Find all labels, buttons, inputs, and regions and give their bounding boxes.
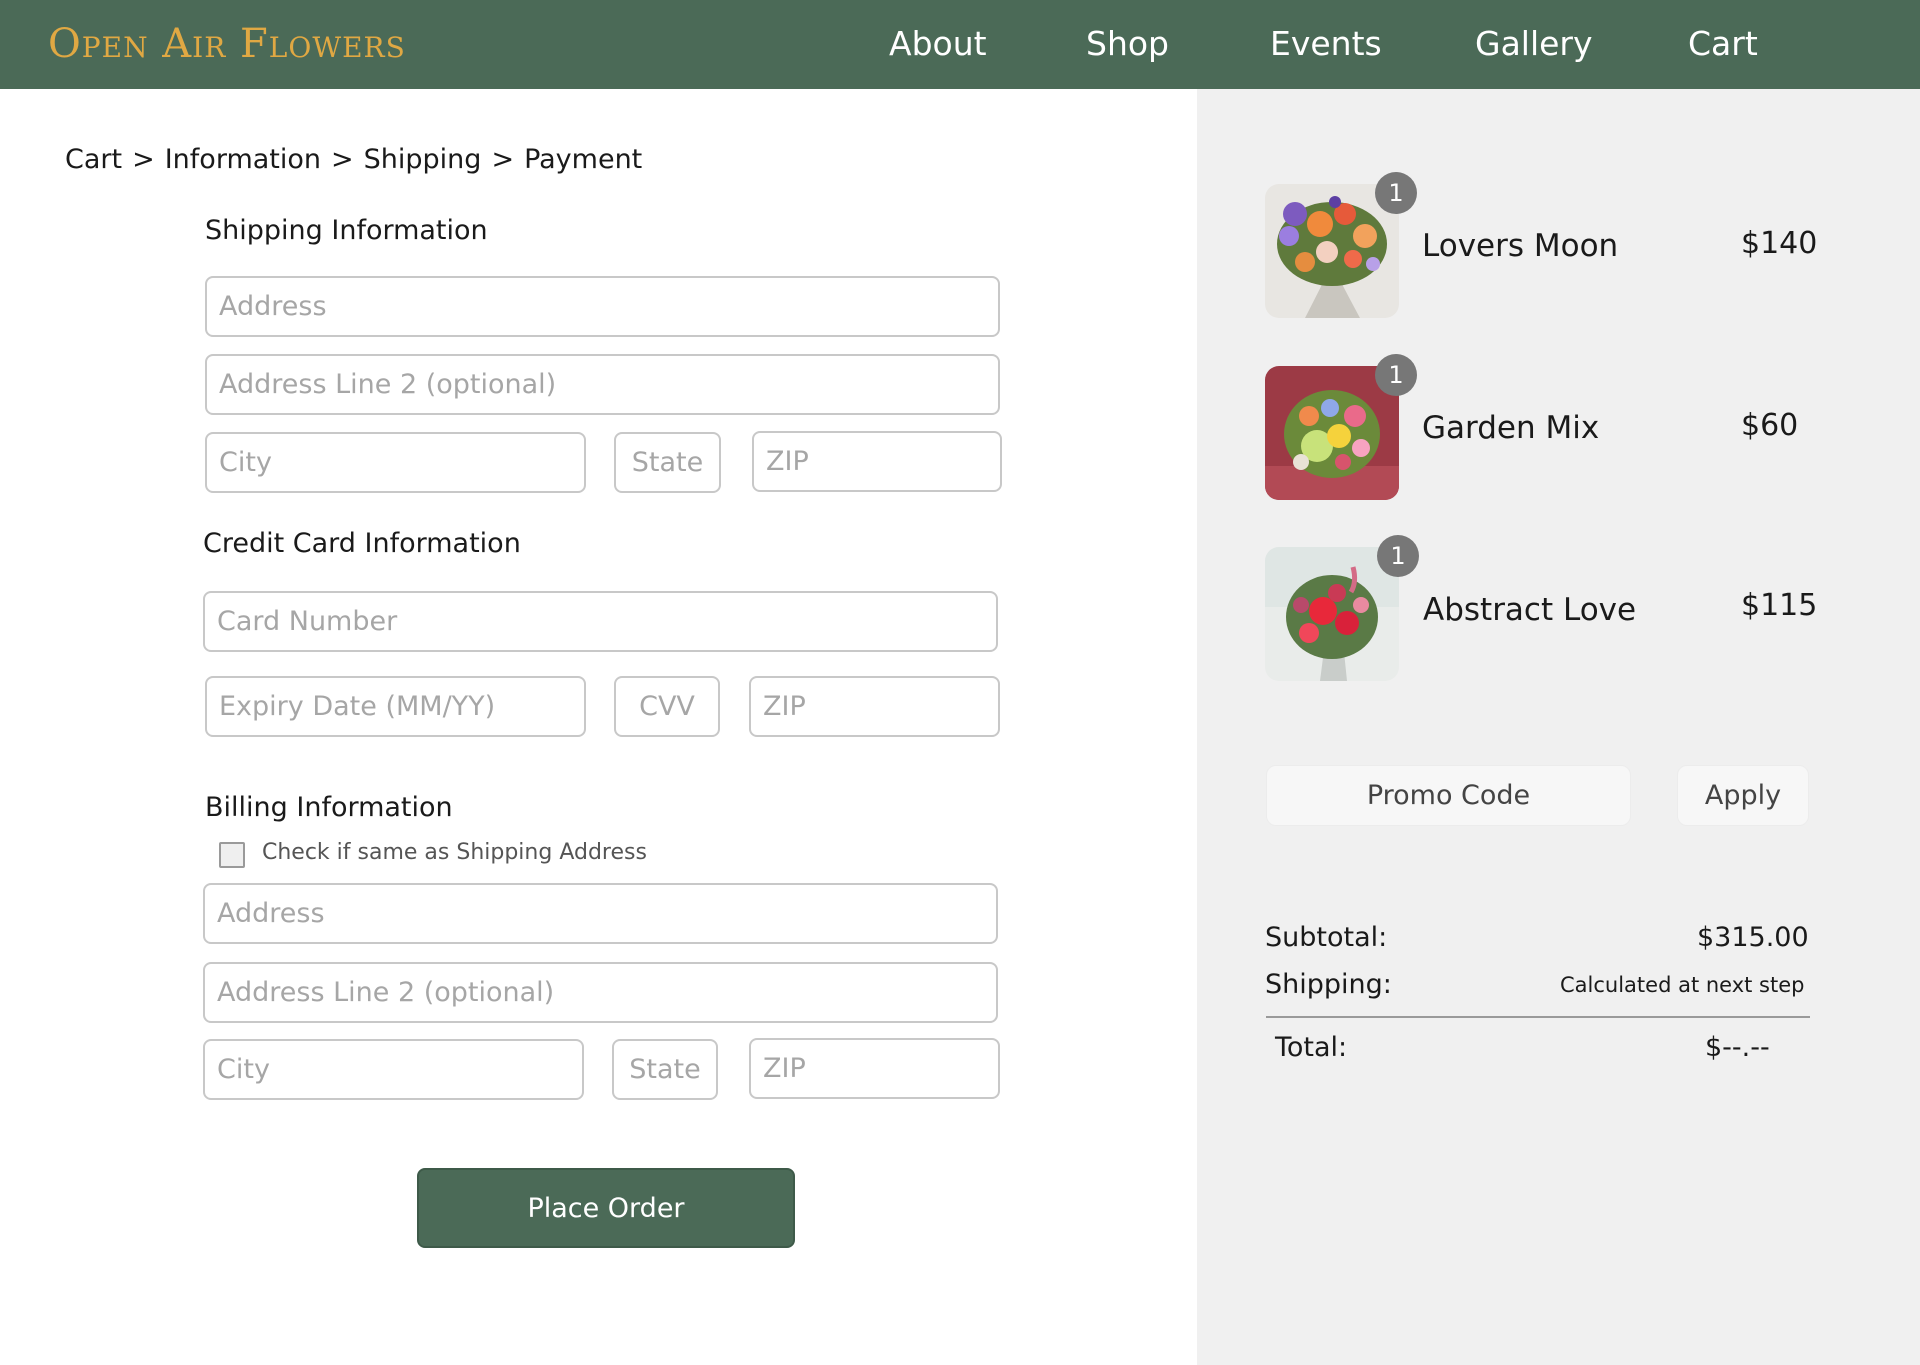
summary-divider xyxy=(1266,1016,1810,1018)
shipping-state-field[interactable] xyxy=(614,432,721,493)
site-header: Open Air Flowers About Shop Events Galle… xyxy=(0,0,1920,89)
item-qty-badge: 1 xyxy=(1375,172,1417,214)
breadcrumb: Cart > Information > Shipping > Payment xyxy=(65,144,642,175)
bouquet-image-abstract-love[interactable] xyxy=(1265,547,1399,681)
item-qty-badge: 1 xyxy=(1375,354,1417,396)
breadcrumb-separator: > xyxy=(491,144,515,175)
shipping-address-field[interactable] xyxy=(205,276,1000,337)
breadcrumb-payment[interactable]: Payment xyxy=(524,144,642,175)
shipping-city-field[interactable] xyxy=(205,432,586,493)
logo[interactable]: Open Air Flowers xyxy=(48,14,406,74)
billing-info-title: Billing Information xyxy=(205,792,453,823)
nav-shop[interactable]: Shop xyxy=(1086,0,1169,89)
card-number-field[interactable] xyxy=(203,591,998,652)
nav-about[interactable]: About xyxy=(889,0,987,89)
item-name: Garden Mix xyxy=(1422,410,1600,446)
item-price: $60 xyxy=(1741,408,1799,443)
place-order-button[interactable]: Place Order xyxy=(417,1168,795,1248)
breadcrumb-cart[interactable]: Cart xyxy=(65,144,122,175)
card-zip-field[interactable] xyxy=(749,676,1000,737)
billing-address-field[interactable] xyxy=(203,883,998,944)
shipping-address2-field[interactable] xyxy=(205,354,1000,415)
total-value: $--.-- xyxy=(1705,1032,1770,1063)
card-expiry-field[interactable] xyxy=(205,676,586,737)
item-price: $115 xyxy=(1741,588,1818,623)
billing-city-field[interactable] xyxy=(203,1039,584,1100)
item-name: Lovers Moon xyxy=(1422,228,1619,264)
promo-code-field[interactable] xyxy=(1266,765,1631,826)
card-cvv-field[interactable] xyxy=(614,676,720,737)
breadcrumb-information[interactable]: Information xyxy=(165,144,321,175)
same-as-shipping-label: Check if same as Shipping Address xyxy=(262,840,647,865)
item-qty-badge: 1 xyxy=(1377,535,1419,577)
breadcrumb-separator: > xyxy=(132,144,155,175)
breadcrumb-separator: > xyxy=(331,144,354,175)
shipping-info-title: Shipping Information xyxy=(205,215,488,246)
nav-events[interactable]: Events xyxy=(1270,0,1382,89)
same-as-shipping-checkbox[interactable] xyxy=(219,842,245,868)
shipping-value: Calculated at next step xyxy=(1560,973,1805,997)
nav-cart[interactable]: Cart xyxy=(1688,0,1758,89)
apply-promo-button[interactable]: Apply xyxy=(1677,765,1809,826)
item-name: Abstract Love xyxy=(1423,592,1637,628)
billing-zip-field[interactable] xyxy=(749,1038,1000,1099)
nav-gallery[interactable]: Gallery xyxy=(1475,0,1593,89)
shipping-label: Shipping: xyxy=(1265,969,1392,1000)
total-label: Total: xyxy=(1275,1032,1348,1063)
subtotal-label: Subtotal: xyxy=(1265,922,1388,953)
shipping-zip-field[interactable] xyxy=(752,431,1002,492)
billing-state-field[interactable] xyxy=(612,1039,718,1100)
item-price: $140 xyxy=(1741,226,1818,261)
billing-address2-field[interactable] xyxy=(203,962,998,1023)
subtotal-value: $315.00 xyxy=(1697,922,1809,953)
breadcrumb-shipping[interactable]: Shipping xyxy=(364,144,482,175)
credit-card-info-title: Credit Card Information xyxy=(203,528,521,559)
